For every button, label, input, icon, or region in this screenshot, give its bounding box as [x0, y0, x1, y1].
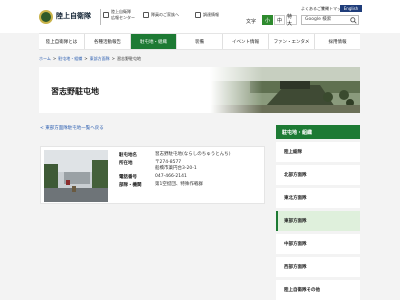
breadcrumb-eastern-army[interactable]: 東部方面隊 [90, 56, 110, 62]
jgsdf-emblem-icon[interactable] [39, 10, 53, 24]
info-value: 習志野駐屯地(ならしのちゅうとんち) [155, 152, 231, 157]
sidebar-item-other[interactable]: 陸上自衛隊その他 [276, 280, 360, 300]
font-size-medium-button[interactable]: 中 [274, 15, 285, 25]
site-header: 陸上自衛隊 陸上自衛隊 広報センター 隊員のご家族へ 調達情報 よくあるご質問 … [0, 0, 400, 33]
back-to-list-link[interactable]: < 東部方面隊駐屯地一覧へ戻る [40, 125, 104, 131]
info-label: 部隊・機関 [119, 183, 142, 188]
garrison-info-card: 駐屯地名 習志野駐屯地(ならしのちゅうとんち) 所在地 〒274-8577 船橋… [40, 146, 265, 204]
font-size-small-button[interactable]: 小 [262, 15, 273, 25]
page-banner: 習志野駐屯地 [39, 67, 360, 113]
nav-item-activities[interactable]: 各種活動報告 [84, 34, 130, 49]
breadcrumb-separator: > [52, 56, 57, 61]
banner-photo [210, 67, 360, 113]
pr-center-label: 陸上自衛隊 広報センター [111, 9, 135, 20]
font-size-label: 文字 [246, 19, 257, 25]
procurement-link[interactable]: 調達情報 [195, 12, 219, 18]
breadcrumb-current: 習志野駐屯地 [116, 56, 141, 61]
pr-center-link[interactable]: 陸上自衛隊 広報センター [103, 9, 139, 21]
search-icon [349, 16, 357, 24]
sidebar-item-eastern-army[interactable]: 東部方面隊 [276, 211, 360, 231]
sidebar-item-northern-army[interactable]: 北部方面隊 [276, 165, 360, 185]
english-button[interactable]: English [340, 5, 362, 12]
sidebar-heading[interactable]: 駐屯地・組織 [276, 125, 360, 139]
breadcrumb-separator: > [111, 56, 115, 61]
global-nav: 陸上自衛隊とは 各種活動報告 駐屯地・組織 装備 イベント情報 ファン・エンタメ… [39, 33, 360, 50]
garrison-photo [44, 150, 108, 202]
procurement-label: 調達情報 [203, 12, 219, 17]
sidebar-item-western-army[interactable]: 西部方面隊 [276, 257, 360, 277]
page-title: 習志野駐屯地 [51, 87, 99, 96]
procurement-icon [195, 12, 201, 18]
nav-item-equipment[interactable]: 装備 [176, 34, 222, 49]
breadcrumb-garrisons[interactable]: 駐屯地・組織 [58, 56, 82, 62]
nav-item-about[interactable]: 陸上自衛隊とは [39, 34, 84, 49]
font-size-large-button[interactable]: 特大 [286, 14, 297, 27]
info-row: 駐屯地名 習志野駐屯地(ならしのちゅうとんち) [119, 152, 231, 158]
nav-item-garrisons[interactable]: 駐屯地・組織 [130, 34, 176, 49]
header-divider [100, 9, 101, 25]
family-link[interactable]: 隊員のご家族へ [143, 12, 179, 18]
info-label: 駐屯地名 [119, 153, 137, 158]
info-value: 047-466-2141 [155, 174, 187, 179]
pr-center-icon [103, 12, 109, 18]
nav-item-fan[interactable]: ファン・エンタメ [268, 34, 314, 49]
breadcrumb-separator: > [84, 56, 88, 61]
sidebar-item-northeastern-army[interactable]: 東北方面隊 [276, 188, 360, 208]
nav-item-recruit[interactable]: 採用情報 [314, 34, 360, 49]
info-label: 電話番号 [119, 175, 137, 180]
site-logo-text[interactable]: 陸上自衛隊 [56, 11, 91, 21]
sidebar-item-middle-army[interactable]: 中部方面隊 [276, 234, 360, 254]
breadcrumb: ホーム > 駐屯地・組織 > 東部方面隊 > 習志野駐屯地 [39, 56, 141, 62]
info-value: 〒274-8577 船橋市薬円台3-20-1 [155, 160, 197, 171]
nav-item-events[interactable]: イベント情報 [222, 34, 268, 49]
sidebar: 駐屯地・組織 陸上総隊 北部方面隊 東北方面隊 東部方面隊 中部方面隊 西部方面… [276, 125, 360, 300]
info-label: 所在地 [119, 161, 133, 166]
family-icon [143, 12, 149, 18]
info-row: 所在地 〒274-8577 船橋市薬円台3-20-1 [119, 160, 231, 172]
info-row: 電話番号 047-466-2141 [119, 174, 231, 180]
search-button[interactable] [348, 16, 358, 24]
info-row: 部隊・機関 第1空挺団、特殊作戦群 [119, 182, 231, 188]
family-label: 隊員のご家族へ [151, 12, 179, 17]
breadcrumb-home[interactable]: ホーム [39, 56, 51, 62]
garrison-info-table: 駐屯地名 習志野駐屯地(ならしのちゅうとんち) 所在地 〒274-8577 船橋… [119, 152, 231, 190]
sidebar-item-ground-component[interactable]: 陸上総隊 [276, 142, 360, 162]
info-value: 第1空挺団、特殊作戦群 [155, 182, 203, 187]
